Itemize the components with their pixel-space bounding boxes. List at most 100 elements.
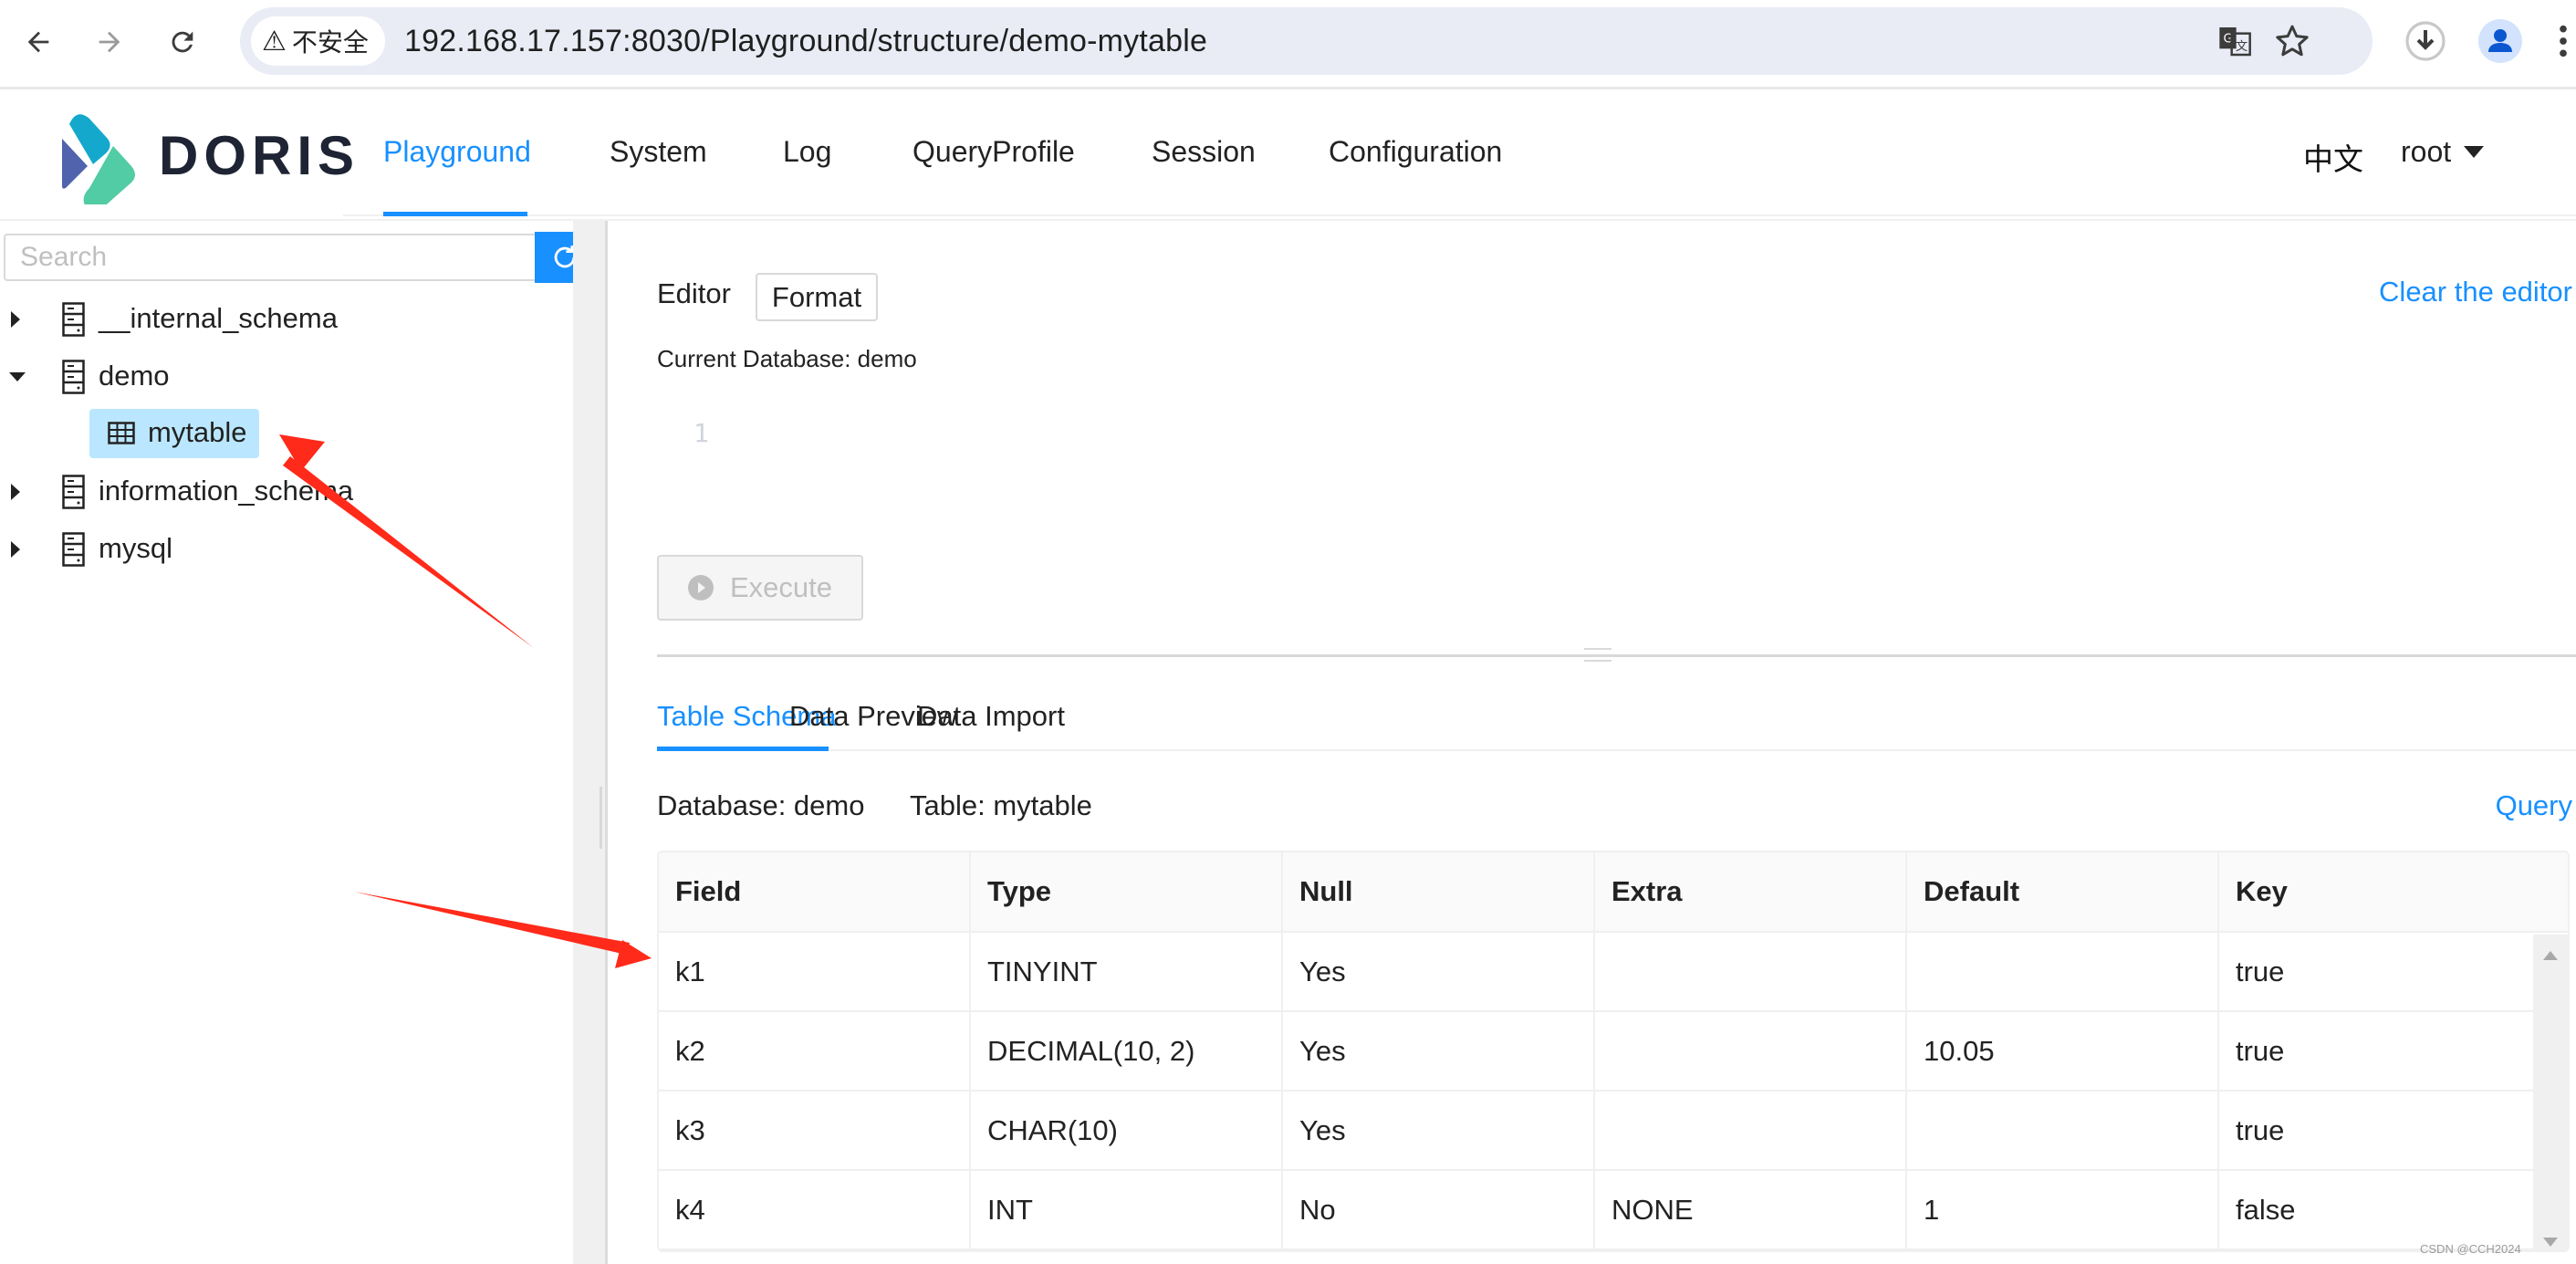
menu-item-configuration[interactable]: Configuration: [1329, 135, 1502, 169]
cell-extra: NONE: [1595, 1171, 1907, 1248]
tree-item-demo[interactable]: demo: [0, 354, 548, 400]
caret-down-icon[interactable]: [9, 372, 26, 381]
app-header: DORIS Playground System Log QueryProfile…: [0, 89, 2576, 221]
sidebar-resize-handle[interactable]: [600, 787, 602, 849]
scroll-down-arrow-icon[interactable]: [2543, 1238, 2558, 1247]
menu-item-log[interactable]: Log: [783, 135, 831, 169]
language-switch[interactable]: 中文: [2303, 135, 2363, 179]
back-button[interactable]: [16, 20, 60, 64]
bookmark-button[interactable]: [2273, 22, 2311, 60]
tree-item-mytable[interactable]: mytable: [89, 409, 259, 458]
tab-data-import[interactable]: Data Import: [917, 700, 1065, 733]
table-scrollbar[interactable]: [2533, 935, 2568, 1250]
sidebar-divider: [605, 221, 608, 1264]
column-header-null: Null: [1283, 852, 1595, 931]
translate-button[interactable]: G文: [2216, 22, 2254, 60]
url-text[interactable]: 192.168.17.157:8030/Playground/structure…: [404, 24, 1207, 59]
cell-field: k3: [659, 1092, 971, 1169]
cell-key: true: [2236, 1034, 2285, 1067]
cell-key: false: [2236, 1193, 2296, 1226]
database-icon: [62, 532, 85, 567]
menu-item-system[interactable]: System: [610, 135, 707, 169]
panel-divider: [657, 654, 2576, 657]
cell-type: DECIMAL(10, 2): [971, 1012, 1283, 1090]
query-link[interactable]: Query: [2496, 789, 2572, 822]
browser-toolbar: ⚠ 不安全 192.168.17.157:8030/Playground/str…: [0, 0, 2576, 89]
tree-item-mysql[interactable]: mysql: [0, 527, 548, 572]
menu-baseline: [343, 214, 2576, 216]
download-icon: [2405, 21, 2446, 61]
current-database: Current Database: demo: [657, 345, 917, 372]
security-label: 不安全: [291, 28, 369, 57]
doris-logo-icon: [62, 114, 135, 204]
reload-button[interactable]: [161, 20, 204, 64]
caret-right-icon[interactable]: [11, 484, 20, 500]
table-header-row: Field Type Null Extra Default Key: [659, 852, 2568, 933]
forward-button[interactable]: [88, 20, 131, 64]
user-menu[interactable]: root: [2401, 135, 2485, 169]
main-panel: Editor Format Clear the editor Current D…: [610, 221, 2576, 1264]
column-header-extra: Extra: [1595, 852, 1907, 931]
format-button[interactable]: Format: [756, 273, 878, 321]
table-icon: [108, 422, 135, 444]
cell-default: 10.05: [1907, 1012, 2219, 1090]
execute-label: Execute: [730, 571, 833, 603]
logo-text: DORIS: [159, 125, 360, 186]
cell-key: true: [2236, 955, 2285, 987]
database-icon: [62, 302, 85, 337]
column-header-field: Field: [659, 852, 971, 931]
download-button[interactable]: [2403, 18, 2448, 64]
tree-item-label: mysql: [99, 532, 172, 564]
menu-item-playground[interactable]: Playground: [383, 135, 531, 169]
cell-key: true: [2236, 1113, 2285, 1146]
execute-button[interactable]: Execute: [657, 555, 863, 621]
clear-editor-link[interactable]: Clear the editor: [2379, 276, 2572, 308]
tree-item-label: information_schema: [99, 475, 354, 507]
profile-button[interactable]: [2477, 18, 2523, 64]
caret-right-icon[interactable]: [11, 541, 20, 558]
column-header-type: Type: [971, 852, 1283, 931]
active-tab-indicator: [657, 747, 829, 751]
caret-right-icon[interactable]: [11, 311, 20, 328]
more-menu-button[interactable]: [2550, 18, 2576, 64]
reload-icon: [172, 31, 193, 53]
caret-down-icon: [2464, 146, 2485, 158]
cell-default: [1907, 933, 2219, 1010]
cell-null: Yes: [1283, 1012, 1595, 1090]
sql-editor[interactable]: 1: [657, 394, 2564, 513]
tree-item-information-schema[interactable]: information_schema: [0, 469, 548, 515]
column-header-default: Default: [1907, 852, 2219, 931]
cell-extra: [1595, 1092, 1907, 1169]
search-input[interactable]: [4, 234, 537, 281]
menu-item-queryprofile[interactable]: QueryProfile: [913, 135, 1075, 169]
table-row: k3 CHAR(10) Yes true: [659, 1092, 2568, 1171]
active-menu-indicator: [383, 212, 527, 216]
schema-table: Field Type Null Extra Default Key k1 TIN…: [657, 851, 2570, 1252]
scroll-up-arrow-icon[interactable]: [2543, 951, 2558, 960]
panel-resize-handle[interactable]: [1584, 648, 1611, 663]
security-indicator[interactable]: ⚠ 不安全: [251, 16, 385, 66]
tree-item-internal-schema[interactable]: __internal_schema: [0, 297, 548, 342]
cell-null: Yes: [1283, 1092, 1595, 1169]
result-tabs: Table Schema Data Preview Data Import: [657, 682, 2576, 751]
back-icon: [27, 31, 49, 53]
cell-extra: [1595, 1012, 1907, 1090]
database-icon: [62, 360, 85, 394]
forward-icon: [99, 31, 120, 53]
tree-item-label: __internal_schema: [99, 302, 338, 334]
doris-logo[interactable]: DORIS: [58, 108, 354, 204]
bookmark-star-icon: [2276, 25, 2309, 57]
username: root: [2401, 135, 2452, 168]
column-header-key: Key: [2236, 875, 2288, 907]
database-sidebar: __internal_schema demo mytable informati…: [0, 221, 610, 1264]
table-info: Table: mytable: [910, 789, 1092, 821]
cell-field: k4: [659, 1171, 971, 1248]
cell-default: [1907, 1092, 2219, 1169]
cell-field: k1: [659, 933, 971, 1010]
cell-type: INT: [971, 1171, 1283, 1248]
menu-item-session[interactable]: Session: [1152, 135, 1256, 169]
sidebar-scrollbar[interactable]: [573, 221, 605, 1264]
svg-text:文: 文: [2236, 39, 2247, 54]
tree-item-label: mytable: [148, 416, 247, 448]
address-bar[interactable]: ⚠ 不安全 192.168.17.157:8030/Playground/str…: [240, 7, 2373, 75]
